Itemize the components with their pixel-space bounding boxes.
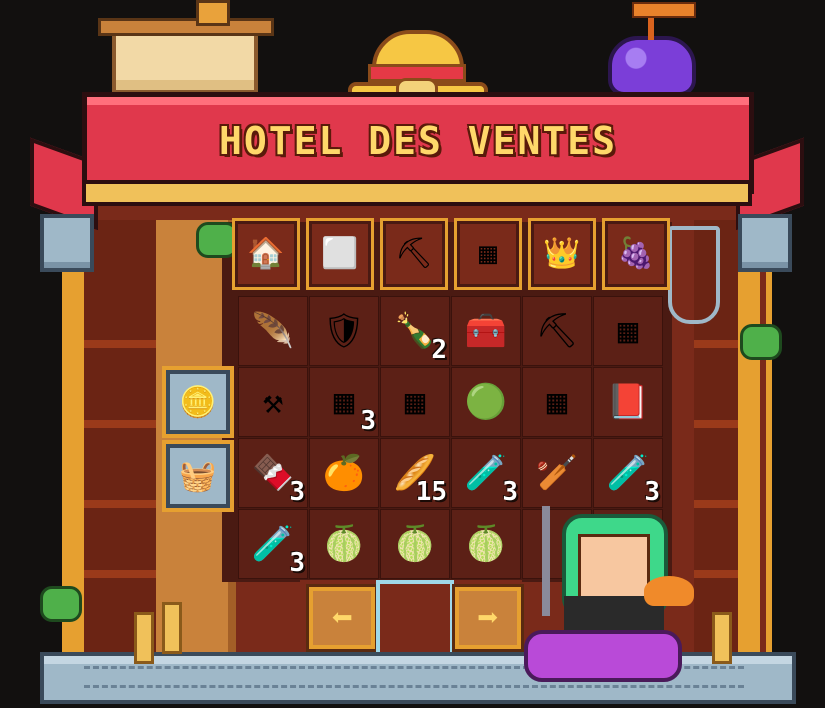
item-slot[interactable]: 🍈 (380, 509, 450, 579)
item-quantity: 3 (289, 548, 305, 578)
item-slot[interactable]: 🧰 (451, 296, 521, 366)
potion-bottle-skull-icon: 🍾 (393, 311, 437, 351)
item-quantity: 15 (415, 477, 447, 507)
item-slot[interactable]: 🍊 (309, 438, 379, 508)
gold-coin-icon: 🪙 (179, 384, 217, 420)
item-slot[interactable]: ⚒ (238, 367, 308, 437)
mermaid-merchant-character (524, 506, 694, 682)
coin-filter-button[interactable]: 🪙 (162, 366, 234, 438)
spawner-cage-icon: ▦ (546, 382, 568, 422)
item-slot[interactable]: 🧪 3 (593, 438, 663, 508)
orange-potion-icon: 🧪 (606, 453, 650, 493)
item-slot[interactable]: 📕 (593, 367, 663, 437)
tab-fruits[interactable]: 🍇 (602, 218, 670, 290)
gold-post (712, 612, 732, 664)
item-slot[interactable]: ▦ (380, 367, 450, 437)
tab-home[interactable]: 🏠 (232, 218, 300, 290)
bush-leaf (40, 586, 82, 622)
tab-tools[interactable]: ⛏ (380, 218, 448, 290)
green-devil-fruit-icon: 🍈 (393, 524, 437, 564)
devil-fruit-decoration (608, 2, 696, 96)
item-slot[interactable]: ▦ (522, 367, 592, 437)
green-devil-fruit-icon: 🍈 (464, 524, 508, 564)
arrow-right-icon: ➡ (477, 597, 499, 639)
item-slot[interactable]: ▦ 3 (309, 367, 379, 437)
pink-chestplate-icon: 🛡 (322, 311, 366, 351)
page-indicator (376, 580, 454, 658)
anchor-icon (668, 226, 720, 324)
item-slot[interactable]: 🏏 (522, 438, 592, 508)
title-banner: HOTEL DES VENTES (82, 92, 754, 194)
house-icon: 🏠 (247, 236, 285, 271)
item-slot[interactable]: 🍫 3 (238, 438, 308, 508)
orange-potion-icon: 🧪 (251, 524, 295, 564)
mermaid-tail (524, 630, 682, 682)
anvil-stack-icon: ⚒ (262, 382, 284, 422)
orange-devil-fruit-icon: 🍊 (322, 453, 366, 493)
vine-leaf (740, 324, 782, 360)
previous-page-button[interactable]: ⬅ (306, 584, 378, 652)
item-quantity: 3 (289, 477, 305, 507)
gold-post (134, 612, 154, 664)
stone-block-right (738, 214, 792, 272)
item-slot[interactable]: 🍈 (309, 509, 379, 579)
tab-blocks[interactable]: ⬜ (306, 218, 374, 290)
scroll-rod (196, 0, 230, 26)
spawner-cage-icon: ▦ (333, 382, 355, 422)
item-quantity: 2 (431, 335, 447, 365)
merchant-face (578, 534, 650, 602)
page-title: HOTEL DES VENTES (218, 119, 618, 163)
roof-trim (82, 180, 752, 206)
next-page-button[interactable]: ➡ (452, 584, 524, 652)
item-slot[interactable]: 🍈 (451, 509, 521, 579)
item-slot[interactable]: 🪶 (238, 296, 308, 366)
green-devil-fruit-icon: 🍈 (322, 524, 366, 564)
spiked-club-icon: 🏏 (535, 453, 579, 493)
item-slot[interactable]: 🥖 15 (380, 438, 450, 508)
spawner-cage-icon: ▦ (404, 382, 426, 422)
tab-mobs[interactable]: 👑 (528, 218, 596, 290)
slime-block-icon: ⬜ (321, 236, 359, 271)
item-slot[interactable]: 🍾 2 (380, 296, 450, 366)
gold-post (162, 602, 182, 654)
chocolate-bar-icon: 🍫 (251, 453, 295, 493)
orange-potion-icon: 🧪 (464, 453, 508, 493)
category-tabs: 🏠 ⬜ ⛏ ▦ 👑 🍇 (232, 218, 670, 290)
emerald-icon: 🟢 (464, 382, 508, 422)
item-quantity: 3 (644, 477, 660, 507)
tab-spawners[interactable]: ▦ (454, 218, 522, 290)
parchment-scroll-decoration (98, 0, 274, 94)
pickaxe-icon: ⛏ (394, 236, 434, 271)
chest-icon: 🧰 (464, 311, 508, 351)
item-slot[interactable]: 🧪 3 (238, 509, 308, 579)
basket-filter-button[interactable]: 🧺 (162, 440, 234, 512)
item-slot[interactable]: 🟢 (451, 367, 521, 437)
item-slot[interactable]: ▦ (593, 296, 663, 366)
fruit-basket-icon: 🧺 (179, 458, 217, 494)
devil-fruit-icon: 🍇 (617, 236, 655, 271)
item-slot[interactable]: 🛡 (309, 296, 379, 366)
item-slot[interactable]: ⛏ (522, 296, 592, 366)
spawner-icon: ▦ (478, 236, 498, 271)
spawner-cage-icon: ▦ (617, 311, 639, 351)
diamond-pickaxe-icon: ⛏ (535, 311, 579, 351)
book-icon: 📕 (606, 382, 650, 422)
feather-icon: 🪶 (251, 311, 295, 351)
item-quantity: 3 (360, 406, 376, 436)
item-slot[interactable]: 🧪 3 (451, 438, 521, 508)
crowned-skeleton-icon: 👑 (543, 236, 581, 271)
arrow-left-icon: ⬅ (331, 597, 353, 639)
item-quantity: 3 (502, 477, 518, 507)
left-shelf (84, 220, 156, 660)
frying-pan-icon (644, 576, 694, 606)
stone-block-left (40, 214, 94, 272)
